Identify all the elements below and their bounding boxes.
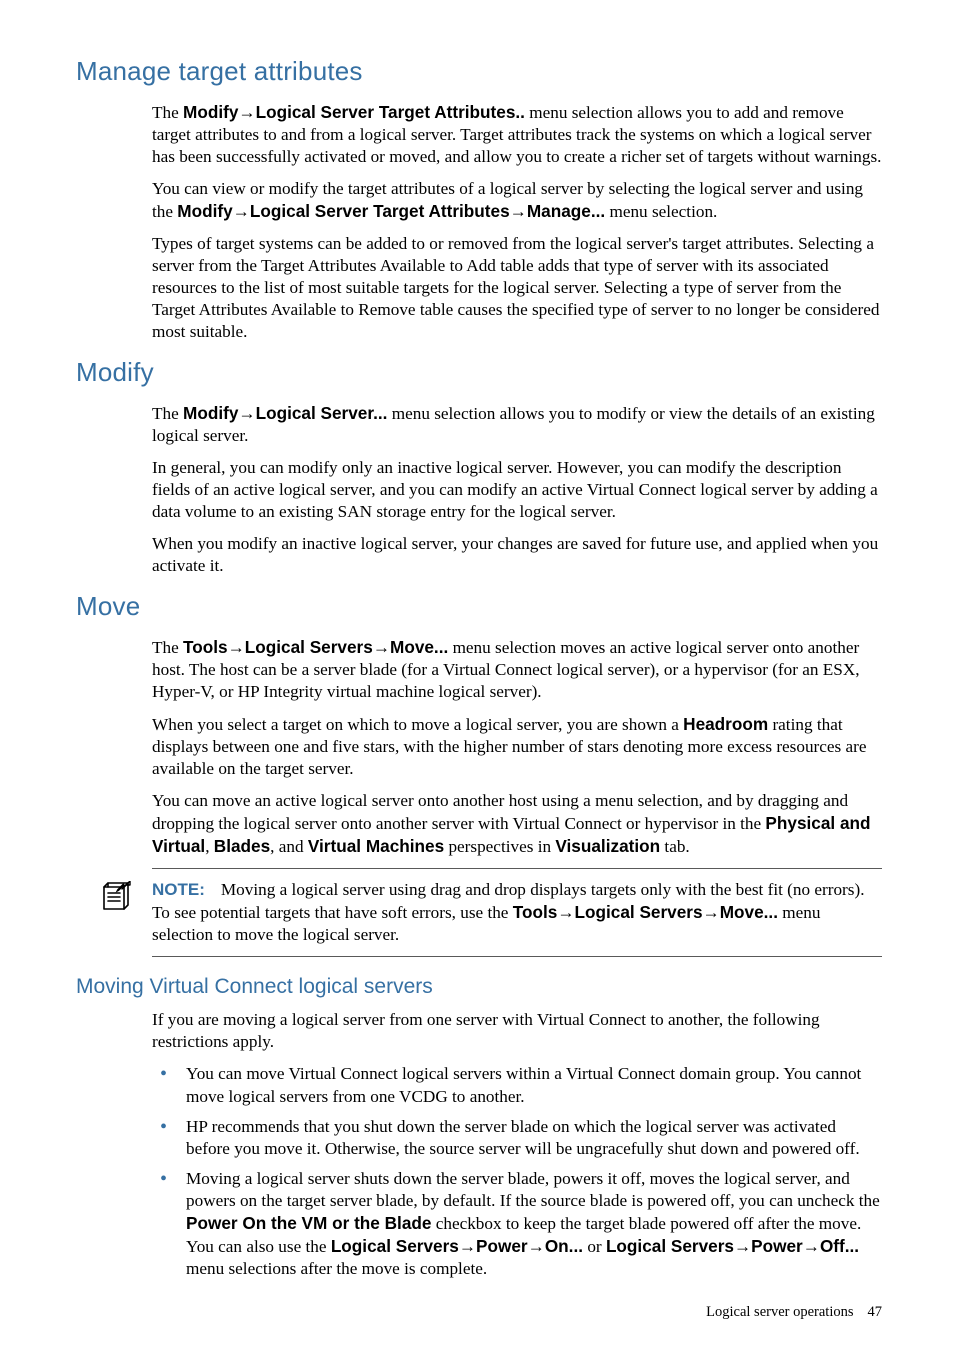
page-number: 47 [868,1304,883,1320]
arrow-icon: → [803,1236,820,1256]
list-item: You can move Virtual Connect logical ser… [152,1063,882,1107]
text: menu selection. [605,202,717,221]
note-text: NOTE:Moving a logical server using drag … [152,879,882,946]
menu-path-segment: Modify [183,102,238,122]
bold-term: Headroom [683,714,768,734]
section-body: The Tools→Logical Servers→Move... menu s… [152,636,882,957]
section-body: The Modify→Logical Server Target Attribu… [152,101,882,343]
heading-move: Move [76,591,882,622]
text: The [152,404,183,423]
note-block: NOTE:Moving a logical server using drag … [152,879,882,946]
menu-path-segment: Logical Servers [575,902,703,922]
divider [152,956,882,957]
footer-text: Logical server operations [706,1304,853,1320]
paragraph: Types of target systems can be added to … [152,233,882,343]
arrow-icon: → [703,902,720,922]
menu-path-segment: Logical Server... [256,403,388,423]
arrow-icon: → [228,637,245,657]
text: tab. [660,837,690,856]
menu-path-segment: Logical Server Target Attributes [250,201,510,221]
text: The [152,103,183,122]
arrow-icon: → [734,1236,751,1256]
section-body: The Modify→Logical Server... menu select… [152,402,882,577]
menu-path-segment: Off... [820,1236,859,1256]
page: Manage target attributes The Modify→Logi… [0,0,954,1361]
paragraph: The Modify→Logical Server Target Attribu… [152,101,882,168]
paragraph: The Tools→Logical Servers→Move... menu s… [152,636,882,703]
arrow-icon: → [459,1236,476,1256]
menu-path-segment: Power [751,1236,803,1256]
arrow-icon: → [238,102,255,122]
paragraph: The Modify→Logical Server... menu select… [152,402,882,447]
heading-manage-target-attributes: Manage target attributes [76,56,882,87]
menu-path-segment: Tools [513,902,558,922]
paragraph: When you modify an inactive logical serv… [152,533,882,577]
arrow-icon: → [233,201,250,221]
menu-path-segment: Logical Server Target Attributes.. [256,102,525,122]
paragraph: In general, you can modify only an inact… [152,457,882,523]
menu-path-segment: Logical Servers [331,1236,459,1256]
menu-path-segment: Move... [390,637,448,657]
heading-modify: Modify [76,357,882,388]
list-item: HP recommends that you shut down the ser… [152,1116,882,1160]
bold-term: Virtual Machines [308,836,444,856]
paragraph: If you are moving a logical server from … [152,1009,882,1053]
text: , [205,837,214,856]
menu-path-segment: Move... [720,902,778,922]
arrow-icon: → [373,637,390,657]
paragraph: When you select a target on which to mov… [152,713,882,780]
page-footer: Logical server operations 47 [76,1304,882,1321]
bullet-list: You can move Virtual Connect logical ser… [152,1063,882,1279]
text: When you select a target on which to mov… [152,715,683,734]
menu-path-segment: Power [476,1236,528,1256]
bold-term: Blades [214,836,270,856]
text: or [583,1237,606,1256]
menu-path-segment: Modify [177,201,232,221]
text: Moving a logical server shuts down the s… [186,1169,880,1210]
menu-path-segment: Manage... [527,201,605,221]
list-item: Moving a logical server shuts down the s… [152,1168,882,1280]
arrow-icon: → [238,403,255,423]
menu-path-segment: On... [545,1236,583,1256]
arrow-icon: → [528,1236,545,1256]
paragraph: You can view or modify the target attrib… [152,178,882,223]
arrow-icon: → [557,902,574,922]
menu-path-segment: Tools [183,637,228,657]
text: You can move an active logical server on… [152,791,848,833]
arrow-icon: → [510,201,527,221]
bold-term: Visualization [555,836,660,856]
note-icon [100,881,132,913]
heading-moving-vc-logical-servers: Moving Virtual Connect logical servers [76,975,882,999]
bold-term: Power On the VM or the Blade [186,1213,431,1233]
text: The [152,638,183,657]
menu-path-segment: Logical Servers [606,1236,734,1256]
text: menu selections after the move is comple… [186,1259,487,1278]
menu-path-segment: Modify [183,403,238,423]
section-body: If you are moving a logical server from … [152,1009,882,1279]
divider [152,868,882,869]
text: perspectives in [444,837,555,856]
text: , and [270,837,308,856]
paragraph: You can move an active logical server on… [152,790,882,858]
note-label: NOTE: [152,880,205,899]
menu-path-segment: Logical Servers [245,637,373,657]
